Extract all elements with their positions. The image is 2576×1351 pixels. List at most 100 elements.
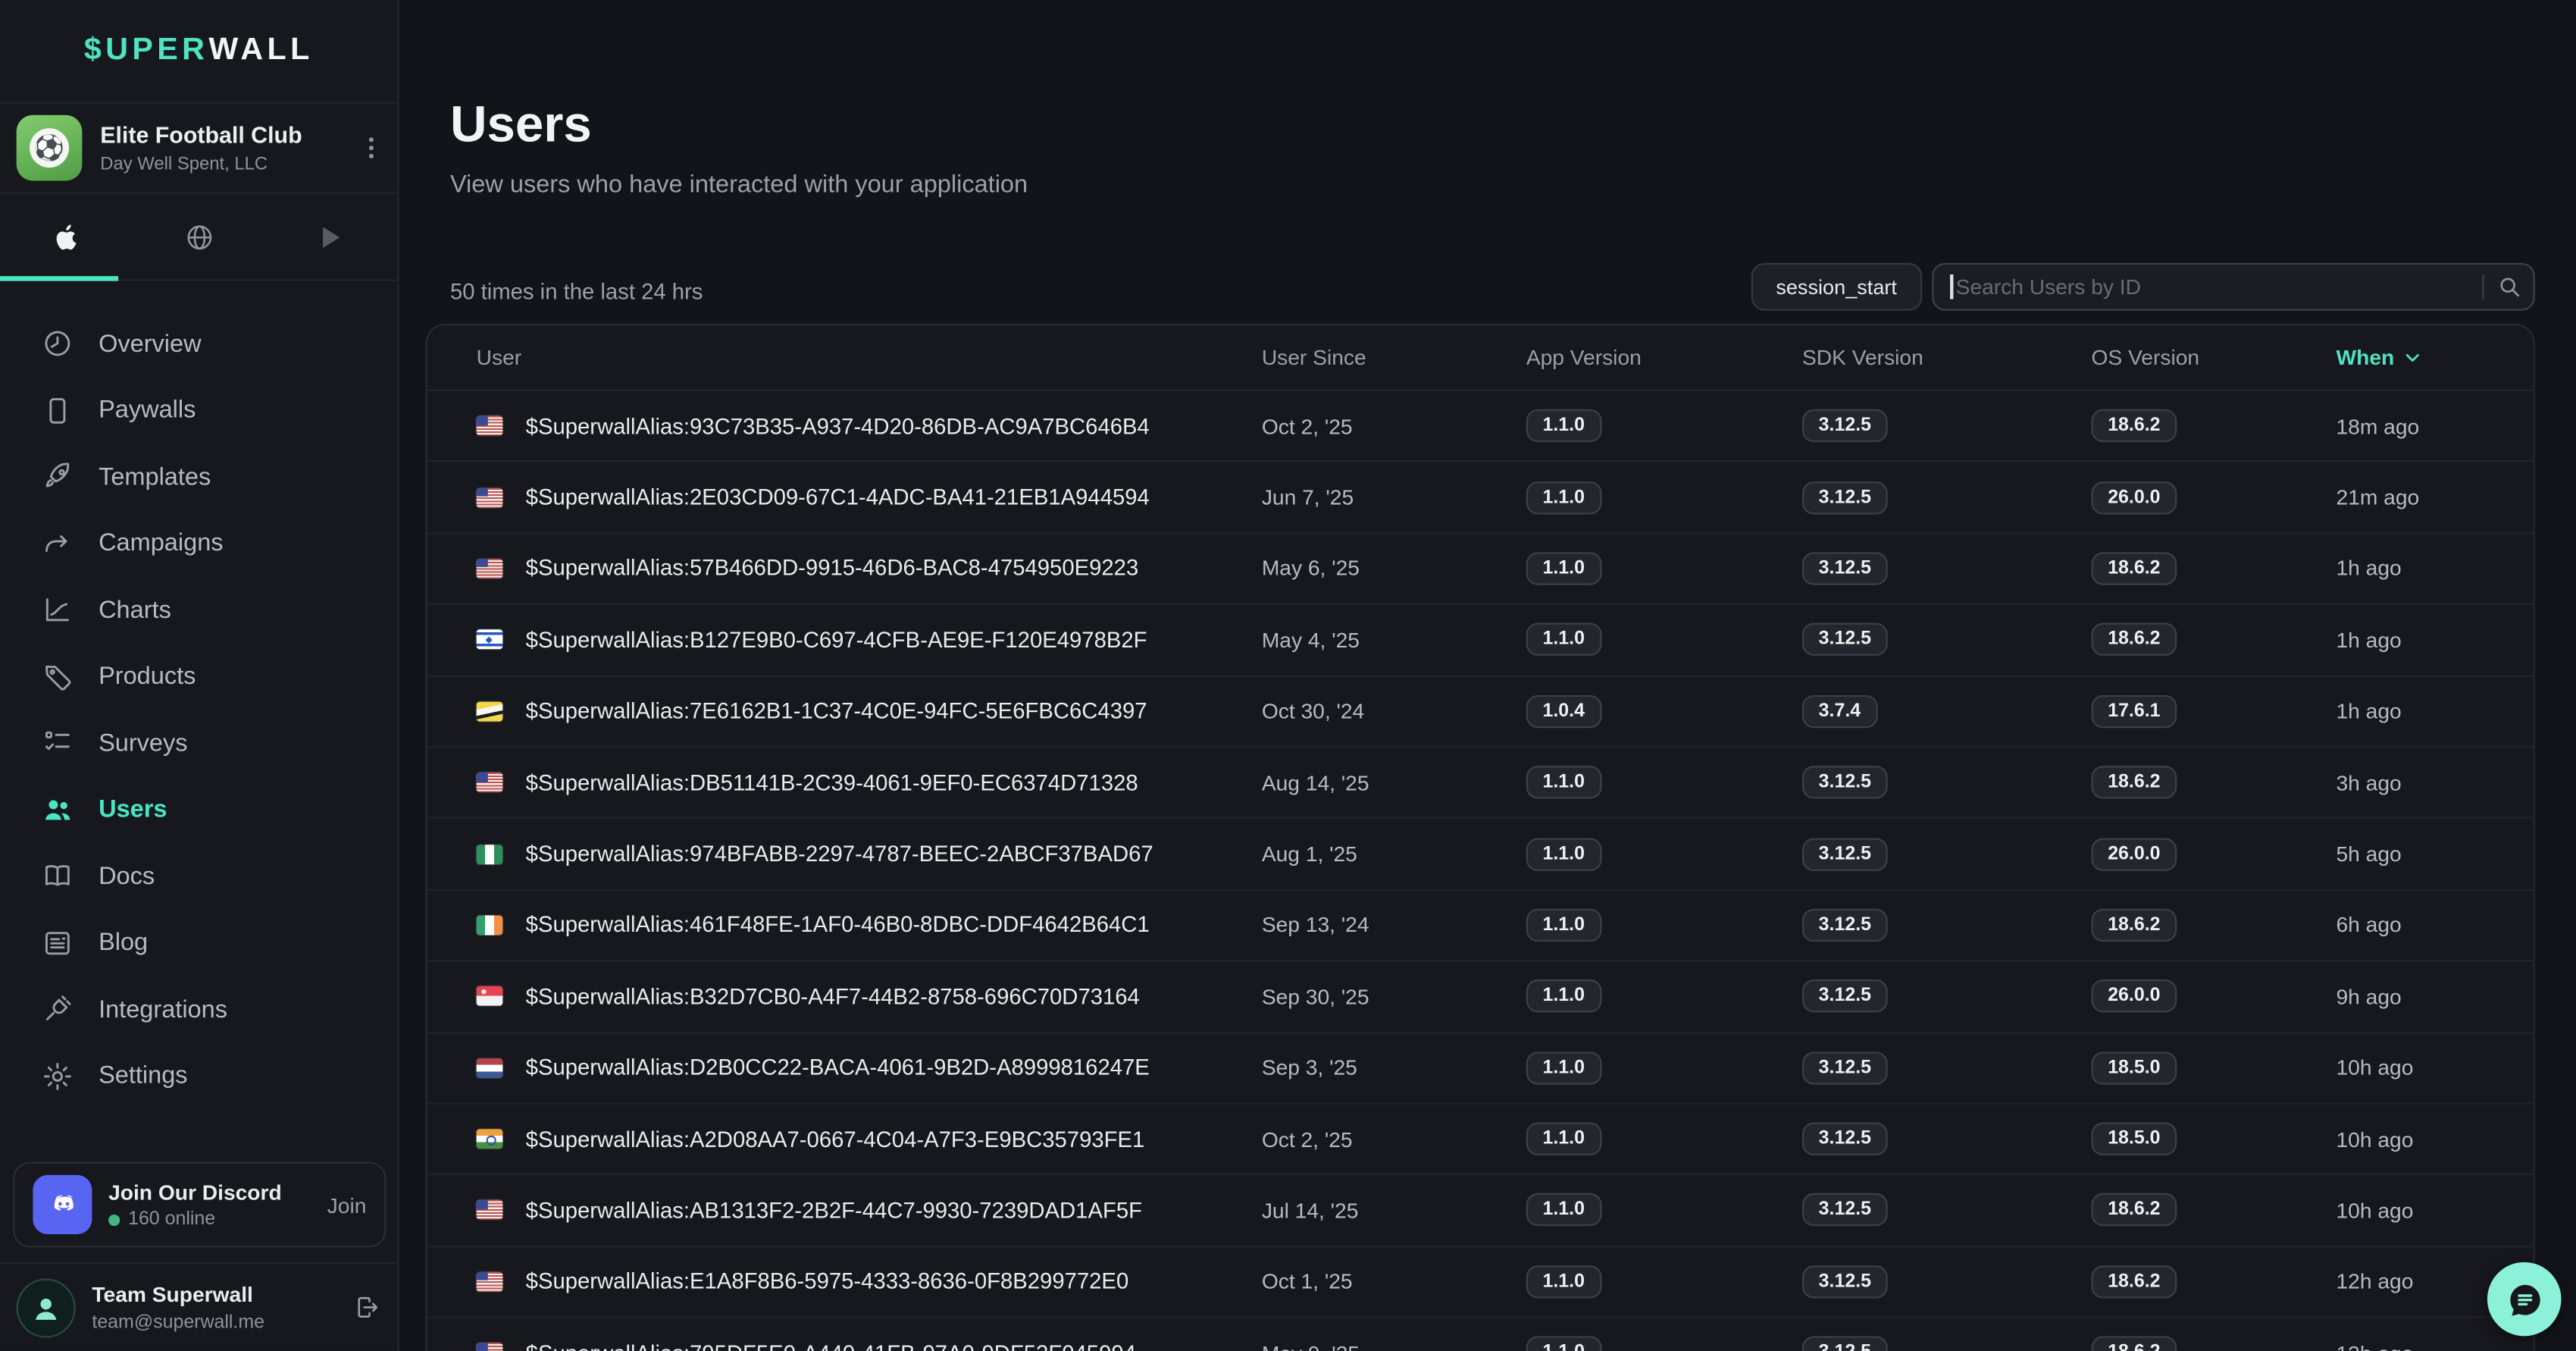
sidebar-item-campaigns[interactable]: Campaigns — [0, 510, 398, 577]
user-id: $SuperwallAlias:7E6162B1-1C37-4C0E-94FC-… — [526, 699, 1147, 724]
sdk-version-badge: 3.12.5 — [1802, 552, 1888, 585]
user-cell: $SuperwallAlias:795DF5E0-A440-41FB-97A0-… — [477, 1340, 1262, 1351]
sidebar-item-settings[interactable]: Settings — [0, 1042, 398, 1109]
user-id: $SuperwallAlias:2E03CD09-67C1-4ADC-BA41-… — [526, 485, 1150, 510]
chevron-down-icon — [2402, 346, 2424, 368]
campaigns-icon — [41, 527, 74, 560]
page-title: Users — [450, 96, 592, 155]
when-value: 5h ago — [2337, 842, 2534, 867]
search-box[interactable] — [1932, 263, 2535, 311]
column-header-label: User — [477, 345, 522, 370]
table-row[interactable]: $SuperwallAlias:93C73B35-A937-4D20-86DB-… — [427, 391, 2534, 462]
app-version-badge: 1.1.0 — [1526, 1052, 1601, 1084]
event-filter-button[interactable]: session_start — [1751, 263, 1922, 311]
discord-title: Join Our Discord — [108, 1179, 282, 1207]
flag-us-icon — [477, 487, 503, 507]
superwall-logo[interactable]: $UPERWALL — [0, 0, 398, 102]
column-header-label: When — [2337, 345, 2395, 370]
flag-us-icon — [477, 559, 503, 578]
logout-icon[interactable] — [353, 1293, 381, 1321]
sidebar-item-charts[interactable]: Charts — [0, 577, 398, 644]
chat-fab[interactable] — [2487, 1262, 2562, 1337]
user-id: $SuperwallAlias:795DF5E0-A440-41FB-97A0-… — [526, 1340, 1136, 1351]
workspace-selector[interactable]: ⚽ Elite Football Club Day Well Spent, LL… — [0, 102, 398, 193]
user-cell: $SuperwallAlias:E1A8F8B6-5975-4333-8636-… — [477, 1269, 1262, 1294]
workspace-app-icon: ⚽ — [17, 115, 83, 181]
table-row[interactable]: $SuperwallAlias:B127E9B0-C697-4CFB-AE9E-… — [427, 605, 2534, 676]
os-version-badge: 18.6.2 — [2092, 623, 2177, 656]
when-value: 13h ago — [2337, 1340, 2534, 1351]
table-row[interactable]: $SuperwallAlias:795DF5E0-A440-41FB-97A0-… — [427, 1318, 2534, 1351]
when-value: 21m ago — [2337, 485, 2534, 510]
sidebar-item-blog[interactable]: Blog — [0, 910, 398, 976]
flag-us-icon — [477, 1272, 503, 1292]
user-since: Oct 1, '25 — [1262, 1269, 1526, 1294]
table-row[interactable]: $SuperwallAlias:7E6162B1-1C37-4C0E-94FC-… — [427, 676, 2534, 748]
table-row[interactable]: $SuperwallAlias:E1A8F8B6-5975-4333-8636-… — [427, 1247, 2534, 1318]
when-value: 9h ago — [2337, 984, 2534, 1009]
sidebar-item-users[interactable]: Users — [0, 776, 398, 843]
table-row[interactable]: $SuperwallAlias:B32D7CB0-A4F7-44B2-8758-… — [427, 961, 2534, 1033]
user-cell: $SuperwallAlias:974BFABB-2297-4787-BEEC-… — [477, 842, 1262, 867]
user-since: Sep 3, '25 — [1262, 1055, 1526, 1080]
table-row[interactable]: $SuperwallAlias:AB1313F2-2B2F-44C7-9930-… — [427, 1176, 2534, 1247]
sidebar-item-docs[interactable]: Docs — [0, 843, 398, 910]
when-value: 10h ago — [2337, 1055, 2534, 1080]
sidebar-item-label: Products — [99, 663, 196, 691]
user-id: $SuperwallAlias:B127E9B0-C697-4CFB-AE9E-… — [526, 628, 1147, 653]
table-row[interactable]: $SuperwallAlias:D2B0CC22-BACA-4061-9B2D-… — [427, 1033, 2534, 1104]
table-row[interactable]: $SuperwallAlias:DB51141B-2C39-4061-9EF0-… — [427, 748, 2534, 819]
tab-google-play[interactable] — [265, 194, 398, 280]
sidebar-item-overview[interactable]: Overview — [0, 311, 398, 378]
sidebar-item-products[interactable]: Products — [0, 644, 398, 710]
logo-prefix: $UPER — [84, 33, 208, 69]
user-cell: $SuperwallAlias:57B466DD-9915-46D6-BAC8-… — [477, 556, 1262, 581]
sidebar-item-label: Surveys — [99, 729, 187, 757]
column-header-user[interactable]: User — [477, 345, 1262, 370]
user-id: $SuperwallAlias:AB1313F2-2B2F-44C7-9930-… — [526, 1198, 1142, 1223]
discord-card[interactable]: Join Our Discord 160 online Join — [13, 1162, 386, 1248]
os-version-badge: 18.6.2 — [2092, 1337, 2177, 1351]
column-header-os-version[interactable]: OS Version — [2092, 345, 2337, 370]
os-version-badge: 26.0.0 — [2092, 481, 2177, 513]
table-row[interactable]: $SuperwallAlias:461F48FE-1AF0-46B0-8DBC-… — [427, 890, 2534, 961]
column-header-user-since[interactable]: User Since — [1262, 345, 1526, 370]
flag-us-icon — [477, 1343, 503, 1351]
apple-icon — [51, 219, 82, 254]
products-icon — [41, 660, 74, 693]
sdk-version-badge: 3.12.5 — [1802, 766, 1888, 798]
sidebar: $UPERWALL ⚽ Elite Football Club Day Well… — [0, 0, 399, 1351]
kebab-menu-icon[interactable] — [360, 135, 383, 161]
sidebar-item-templates[interactable]: Templates — [0, 444, 398, 510]
discord-join-button[interactable]: Join — [327, 1193, 367, 1218]
os-version-badge: 18.5.0 — [2092, 1123, 2177, 1155]
sidebar-item-integrations[interactable]: Integrations — [0, 976, 398, 1043]
workspace-company: Day Well Spent, LLC — [100, 154, 302, 174]
user-cell: $SuperwallAlias:B32D7CB0-A4F7-44B2-8758-… — [477, 984, 1262, 1009]
search-icon[interactable] — [2484, 274, 2534, 299]
account-row[interactable]: Team Superwall team@superwall.me — [0, 1262, 398, 1351]
table-row[interactable]: $SuperwallAlias:974BFABB-2297-4787-BEEC-… — [427, 819, 2534, 890]
column-header-sdk-version[interactable]: SDK Version — [1802, 345, 2092, 370]
table-row[interactable]: $SuperwallAlias:2E03CD09-67C1-4ADC-BA41-… — [427, 462, 2534, 534]
tab-apple[interactable] — [0, 194, 133, 280]
sidebar-item-label: Settings — [99, 1062, 187, 1090]
app-version-badge: 1.1.0 — [1526, 481, 1601, 513]
user-since: May 4, '25 — [1262, 628, 1526, 653]
globe-icon — [183, 221, 214, 252]
sidebar-item-surveys[interactable]: Surveys — [0, 710, 398, 776]
docs-icon — [41, 860, 74, 892]
sidebar-item-paywalls[interactable]: Paywalls — [0, 377, 398, 444]
user-cell: $SuperwallAlias:B127E9B0-C697-4CFB-AE9E-… — [477, 628, 1262, 653]
user-since: Oct 30, '24 — [1262, 699, 1526, 724]
tab-web[interactable] — [133, 194, 265, 280]
table-row[interactable]: $SuperwallAlias:57B466DD-9915-46D6-BAC8-… — [427, 534, 2534, 605]
search-input[interactable] — [1952, 274, 2482, 299]
discord-online-count: 160 online — [128, 1210, 215, 1230]
sidebar-item-label: Overview — [99, 330, 202, 358]
column-header-app-version[interactable]: App Version — [1526, 345, 1802, 370]
user-id: $SuperwallAlias:DB51141B-2C39-4061-9EF0-… — [526, 770, 1138, 795]
column-header-when[interactable]: When — [2337, 345, 2534, 370]
table-row[interactable]: $SuperwallAlias:A2D08AA7-0667-4C04-A7F3-… — [427, 1105, 2534, 1176]
user-id: $SuperwallAlias:A2D08AA7-0667-4C04-A7F3-… — [526, 1127, 1145, 1152]
